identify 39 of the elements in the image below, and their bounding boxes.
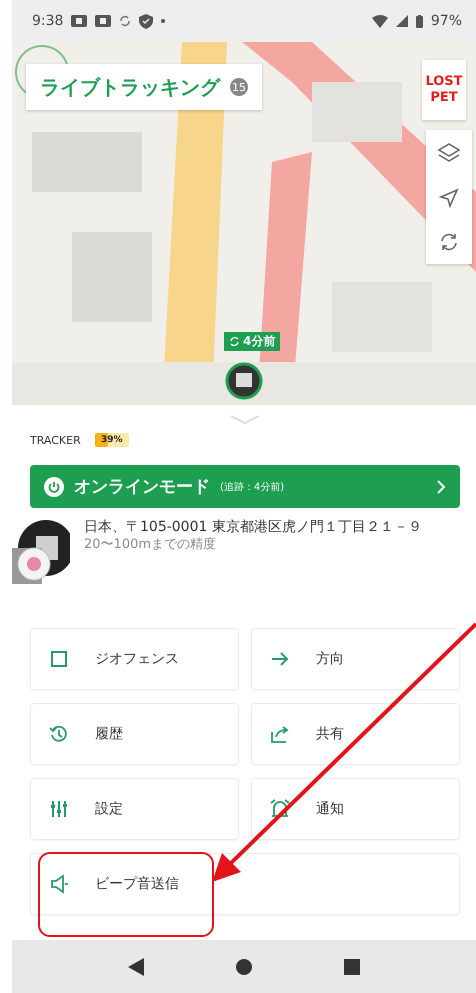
lost-pet-button[interactable]: LOST PET (422, 60, 466, 120)
back-icon[interactable] (128, 958, 144, 976)
alarm-icon (270, 799, 290, 819)
battery-percentage: 97% (430, 13, 462, 29)
dot-icon (161, 19, 166, 23)
action-button[interactable]: 共有 (251, 703, 460, 765)
address-text: 日本、〒105-0001 東京都港区虎ノ門１丁目２１－９ (84, 518, 422, 536)
recents-icon[interactable] (344, 958, 360, 974)
video-icon (71, 15, 88, 27)
power-icon (44, 476, 64, 496)
signal-icon (396, 15, 408, 27)
refresh-icon (229, 336, 240, 347)
clock-time: 9:38 (32, 13, 64, 29)
shield-icon (139, 14, 154, 28)
home-icon[interactable] (236, 958, 252, 974)
video-icon (95, 15, 112, 27)
tracker-label: TRACKER (30, 434, 81, 446)
history-icon (49, 724, 69, 744)
action-button[interactable]: 設定 (30, 778, 239, 840)
refresh-icon[interactable] (439, 232, 459, 252)
chevron-right-icon (436, 480, 446, 494)
count-badge: 15 (230, 78, 248, 96)
square-icon (49, 649, 69, 669)
accuracy-text: 20〜100mまでの精度 (84, 536, 218, 554)
wifi-icon (372, 14, 388, 28)
screen-title: ライブトラッキング (40, 74, 220, 100)
speaker-icon (49, 874, 69, 894)
navigation-icon[interactable] (439, 188, 459, 208)
update-chip: 4分前 (224, 332, 280, 351)
action-button[interactable]: ビープ音送信 (30, 853, 460, 915)
share-icon (270, 724, 290, 744)
action-button[interactable]: 方向 (251, 628, 460, 690)
sliders-icon (49, 799, 69, 819)
action-button[interactable]: 履歴 (30, 703, 239, 765)
action-button[interactable]: 通知 (251, 778, 460, 840)
sync-icon (119, 15, 132, 27)
battery-icon (416, 14, 423, 28)
action-button[interactable]: ジオフェンス (30, 628, 239, 690)
layers-icon[interactable] (438, 142, 460, 164)
